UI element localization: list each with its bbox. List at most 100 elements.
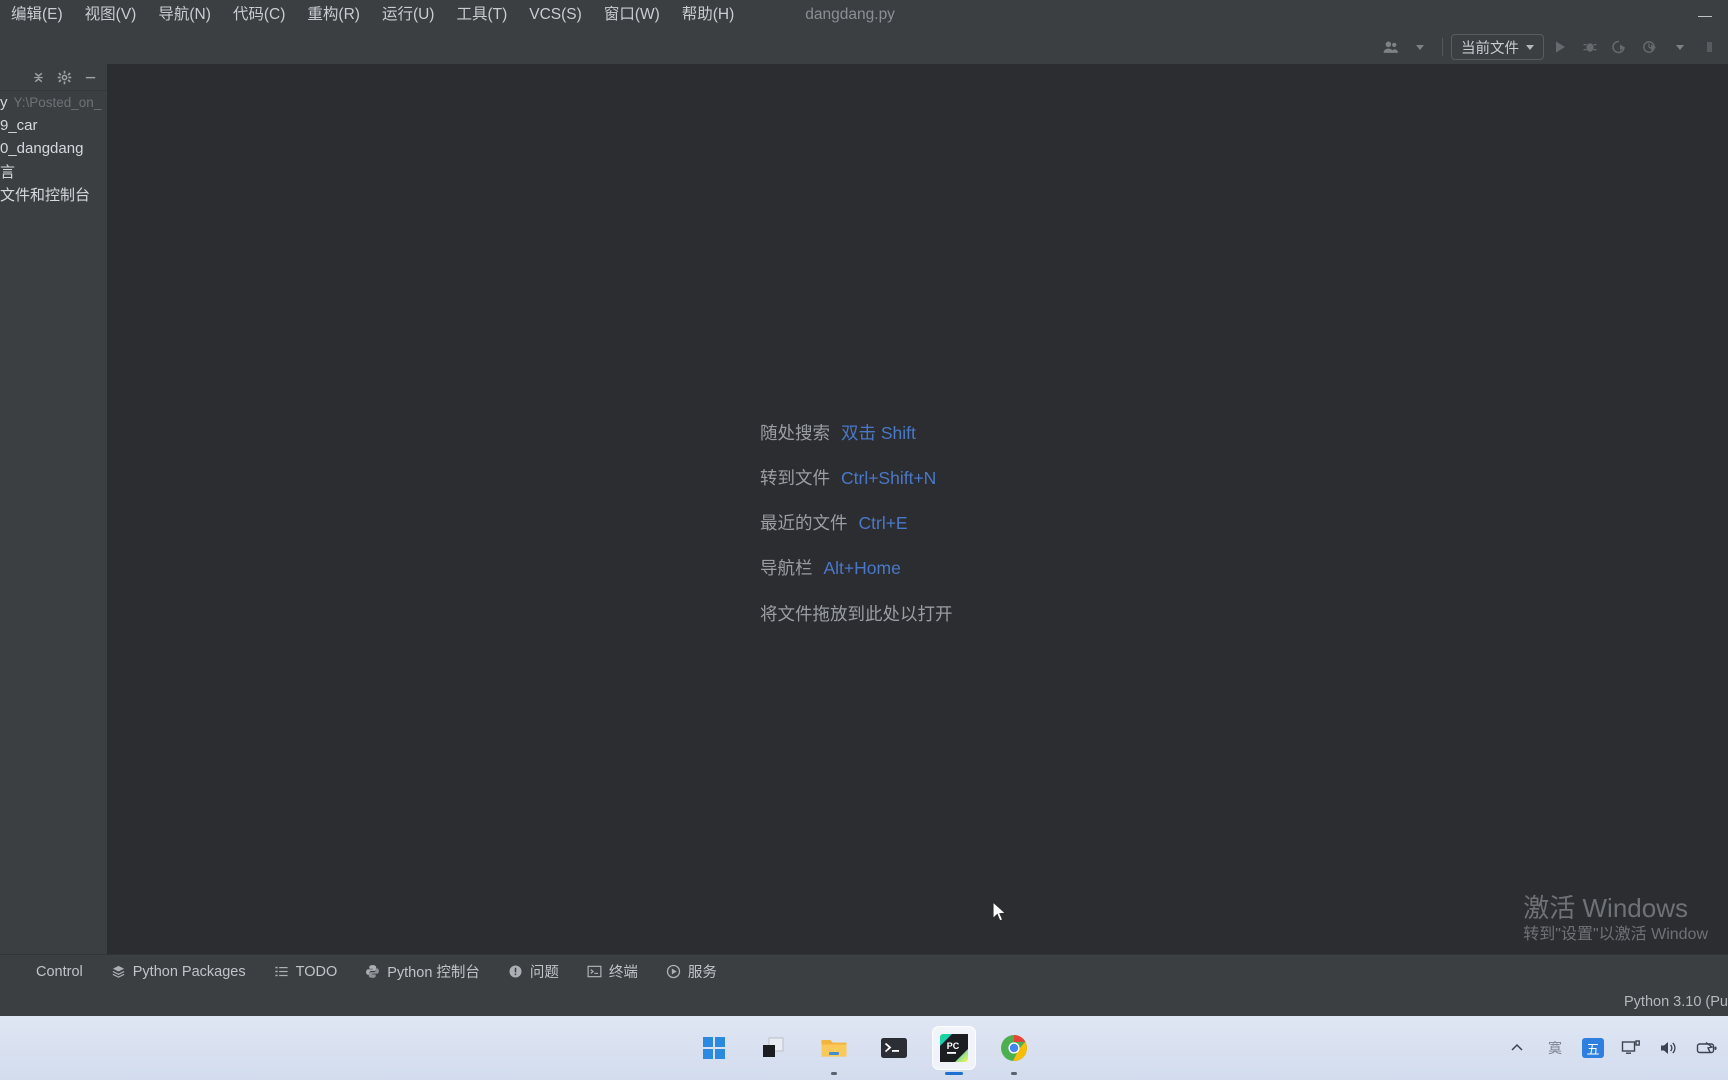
shortcut-row-recent-files: 最近的文件 Ctrl+E: [760, 510, 908, 535]
taskbar-apps: PC: [692, 1016, 1036, 1080]
tree-row-item-4[interactable]: 言: [0, 160, 107, 183]
menu-item-view[interactable]: 视图(V): [74, 0, 148, 30]
run-configuration-selector[interactable]: 当前文件: [1451, 34, 1544, 60]
tree-row-scratches-and-consoles[interactable]: 文件和控制台: [0, 183, 107, 206]
task-view-button[interactable]: [752, 1026, 796, 1070]
collapse-all-icon[interactable]: [25, 66, 51, 88]
display-settings-icon[interactable]: [1620, 1037, 1642, 1059]
drop-files-hint: 将文件拖放到此处以打开: [760, 601, 953, 626]
menu-bar: 编辑(E) 视图(V) 导航(N) 代码(C) 重构(R) 运行(U) 工具(T…: [0, 0, 1728, 30]
tool-window-problems[interactable]: 问题: [494, 955, 573, 988]
tool-window-label: TODO: [295, 963, 338, 980]
tool-window-terminal[interactable]: 终端: [573, 955, 652, 988]
project-tree: y Y:\Posted_on_ 9_car 0_dangdang 言 文件和控制…: [0, 91, 107, 206]
battery-icon[interactable]: [1696, 1037, 1718, 1059]
tree-row-folder-car[interactable]: 9_car: [0, 114, 107, 137]
tool-window-label: 终端: [608, 965, 638, 981]
tree-item-path: Y:\Posted_on_: [13, 95, 102, 110]
menu-item-refactor[interactable]: 重构(R): [296, 0, 371, 30]
shortcut-keys: Alt+Home: [823, 558, 901, 578]
windows-taskbar: PC 寞 五: [0, 1016, 1728, 1080]
running-indicator: [831, 1072, 837, 1075]
settings-gear-icon[interactable]: [51, 66, 77, 88]
menu-item-edit[interactable]: 编辑(E): [0, 0, 74, 30]
user-avatar-chevron-icon[interactable]: [1406, 34, 1434, 60]
more-run-options-chevron-icon[interactable]: [1666, 34, 1694, 60]
svg-text:PC: PC: [947, 1041, 960, 1051]
pycharm-button[interactable]: PC: [932, 1026, 976, 1075]
menu-item-help[interactable]: 帮助(H): [671, 0, 746, 30]
file-explorer-button[interactable]: [812, 1026, 856, 1075]
tool-window-bar: Control Python Packages TODO Python 控制台 …: [0, 954, 1728, 988]
window-title-filename: dangdang.py: [805, 6, 895, 23]
tree-item-label: 9_car: [0, 117, 38, 134]
terminal-icon: [587, 964, 602, 979]
tool-window-version-control[interactable]: Control: [0, 955, 97, 988]
project-tool-window: y Y:\Posted_on_ 9_car 0_dangdang 言 文件和控制…: [0, 64, 108, 954]
shortcut-keys: Ctrl+Shift+N: [841, 468, 937, 488]
terminal-button[interactable]: [872, 1026, 916, 1070]
shortcut-row-go-to-file: 转到文件 Ctrl+Shift+N: [760, 465, 936, 490]
tool-window-python-packages[interactable]: Python Packages: [97, 955, 260, 988]
tool-window-label: 问题: [529, 965, 559, 981]
menu-item-vcs[interactable]: VCS(S): [518, 0, 593, 30]
menu-item-navigate[interactable]: 导航(N): [147, 0, 222, 30]
tray-expand-chevron-icon[interactable]: [1506, 1037, 1528, 1059]
python-console-icon: [365, 964, 380, 979]
shortcut-label: 转到文件: [760, 468, 830, 488]
tree-item-label: 0_dangdang: [0, 140, 84, 157]
menu-item-code[interactable]: 代码(C): [222, 0, 297, 30]
menu-item-window[interactable]: 窗口(W): [593, 0, 671, 30]
version-control-icon: [14, 964, 29, 979]
problems-icon: [508, 964, 523, 979]
tool-window-label: 服务: [687, 965, 717, 981]
chrome-button[interactable]: [992, 1026, 1036, 1075]
tool-window-python-console[interactable]: Python 控制台: [351, 955, 494, 988]
watermark-title: 激活 Windows: [1523, 893, 1688, 923]
menu-item-run[interactable]: 运行(U): [371, 0, 446, 30]
profile-icon[interactable]: [1636, 34, 1664, 60]
tool-window-todo[interactable]: TODO: [260, 955, 352, 988]
run-icon[interactable]: [1546, 34, 1574, 60]
watermark-subtitle: 转到"设置"以激活 Window: [1523, 926, 1708, 943]
minimize-button[interactable]: —: [1682, 0, 1728, 30]
volume-icon[interactable]: [1658, 1037, 1680, 1059]
status-bar: Python 3.10 (Pu: [0, 987, 1728, 1016]
start-button[interactable]: [692, 1026, 736, 1070]
shortcut-row-navigation-bar: 导航栏 Alt+Home: [760, 555, 901, 580]
ime-mode-icon[interactable]: 寞: [1544, 1037, 1566, 1059]
services-icon: [666, 964, 681, 979]
tree-item-label: 言: [0, 164, 16, 181]
editor-area[interactable]: 随处搜索 双击 Shift 转到文件 Ctrl+Shift+N 最近的文件 Ct…: [107, 64, 1728, 954]
drop-files-label: 将文件拖放到此处以打开: [760, 604, 953, 624]
active-indicator: [945, 1072, 963, 1075]
tool-window-services[interactable]: 服务: [652, 955, 731, 988]
windows-activation-watermark: 激活 Windows 转到"设置"以激活 Window: [1523, 892, 1708, 946]
interpreter-label: Python 3.10 (Pu: [1624, 993, 1728, 1010]
debug-icon[interactable]: [1576, 34, 1604, 60]
run-configuration-label: 当前文件: [1461, 40, 1519, 57]
running-indicator: [1011, 1072, 1017, 1075]
menu-item-tools[interactable]: 工具(T): [445, 0, 518, 30]
user-avatar-icon[interactable]: [1376, 34, 1404, 60]
todo-list-icon: [274, 964, 289, 979]
tree-item-label: 文件和控制台: [0, 187, 91, 204]
tree-row-folder-dangdang[interactable]: 0_dangdang: [0, 137, 107, 160]
interpreter-widget[interactable]: Python 3.10 (Pu: [1624, 987, 1728, 1016]
svg-text:寞: 寞: [1548, 1040, 1562, 1056]
project-panel-toolbar: [0, 64, 107, 91]
stop-icon[interactable]: [1696, 34, 1724, 60]
tree-item-label: y: [0, 94, 8, 111]
main-toolbar: 当前文件: [0, 30, 1728, 65]
shortcut-row-search-everywhere: 随处搜索 双击 Shift: [760, 420, 916, 445]
toolbar-separator: [1442, 38, 1443, 56]
tree-row-project-root[interactable]: y Y:\Posted_on_: [0, 91, 107, 114]
hide-panel-icon[interactable]: [77, 66, 103, 88]
tool-window-label: Control: [36, 963, 83, 980]
system-tray: 寞 五: [1506, 1016, 1718, 1080]
toolbar-right-group: 当前文件: [1376, 30, 1724, 64]
shortcut-label: 导航栏: [760, 558, 813, 578]
tool-window-label: Python Packages: [132, 963, 246, 980]
ime-language-badge[interactable]: 五: [1582, 1038, 1604, 1058]
run-with-coverage-icon[interactable]: [1606, 34, 1634, 60]
